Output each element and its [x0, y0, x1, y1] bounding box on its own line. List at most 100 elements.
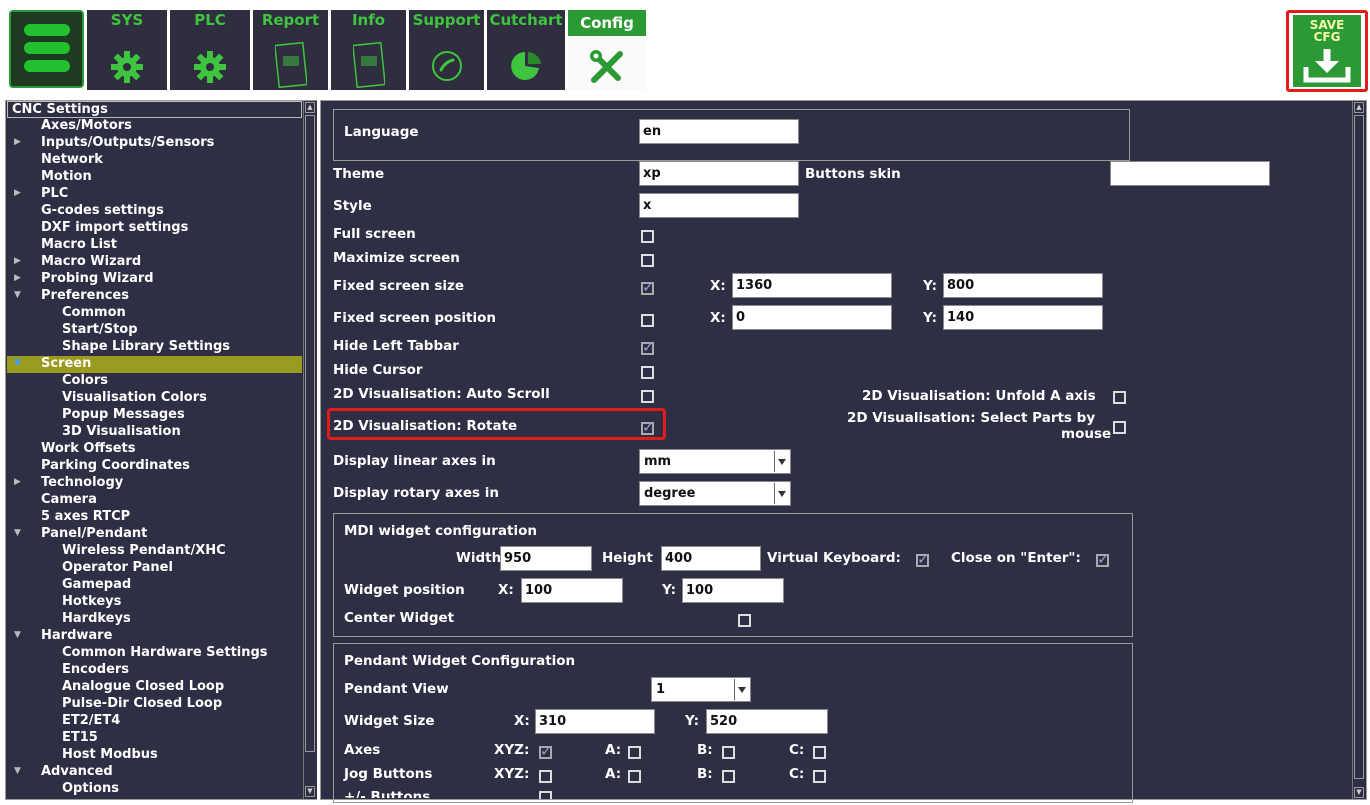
main-scrollbar[interactable]: ▲ ▼: [1352, 101, 1367, 799]
buttons-skin-input[interactable]: [1110, 161, 1270, 186]
tree-item-macro-list[interactable]: Macro List: [41, 237, 117, 254]
jog-a-checkbox[interactable]: [628, 770, 641, 783]
tree-item-analogue-closed-loop[interactable]: Analogue Closed Loop: [62, 679, 224, 696]
rotate-checkbox[interactable]: [641, 418, 655, 436]
hide-left-tabbar-checkbox[interactable]: [641, 338, 655, 356]
chevron-down-icon[interactable]: [774, 483, 789, 504]
tab-plc[interactable]: PLC: [170, 10, 250, 90]
mdi-pos-x-input[interactable]: 100: [521, 578, 623, 603]
unfold-a-axis-checkbox[interactable]: [1113, 391, 1126, 404]
tree-item-technology[interactable]: ▶ Technology: [14, 475, 123, 492]
mdi-pos-y-input[interactable]: 100: [682, 578, 784, 603]
scroll-up-icon[interactable]: ▲: [305, 102, 315, 113]
tree-item-host-modbus[interactable]: Host Modbus: [62, 747, 158, 764]
hide-cursor-checkbox[interactable]: [641, 366, 654, 379]
theme-input[interactable]: xp: [639, 161, 799, 186]
tree-item-advanced[interactable]: ▼ Advanced: [14, 764, 113, 781]
tree-item-motion[interactable]: Motion: [41, 169, 92, 186]
tree-item-5-axes-rtcp[interactable]: 5 axes RTCP: [41, 509, 130, 526]
tree-item-plc[interactable]: ▶ PLC: [14, 186, 68, 203]
widget-size-x-input[interactable]: 310: [535, 709, 655, 734]
tree-item-inputs-outputs[interactable]: ▶ Inputs/Outputs/Sensors: [14, 135, 214, 152]
tab-sys[interactable]: SYS: [87, 10, 167, 90]
collapse-arrow-icon[interactable]: ▼: [14, 526, 21, 541]
tree-item-common[interactable]: Common: [62, 305, 126, 322]
maximize-screen-checkbox[interactable]: [641, 254, 654, 267]
expand-arrow-icon[interactable]: ▶: [14, 271, 21, 286]
save-config-button[interactable]: SAVE CFG: [1293, 15, 1361, 87]
widget-size-y-input[interactable]: 520: [706, 709, 828, 734]
hamburger-menu-button[interactable]: [9, 10, 84, 88]
tree-item-et2-et4[interactable]: ET2/ET4: [62, 713, 120, 730]
fixed-pos-y-input[interactable]: 140: [943, 305, 1103, 330]
axes-a-checkbox[interactable]: [628, 746, 641, 759]
tree-item-hardware[interactable]: ▼ Hardware: [14, 628, 112, 645]
collapse-arrow-icon[interactable]: ▼: [14, 288, 21, 303]
mdi-width-input[interactable]: 950: [500, 546, 592, 571]
tree-item-gamepad[interactable]: Gamepad: [62, 577, 131, 594]
collapse-arrow-icon[interactable]: ▼: [14, 628, 21, 643]
close-on-enter-checkbox[interactable]: [1096, 550, 1110, 568]
tab-cutchart[interactable]: Cutchart: [487, 10, 565, 90]
fixed-position-checkbox[interactable]: [641, 314, 654, 327]
tree-item-options[interactable]: Options: [62, 781, 119, 798]
tree-item-preferences[interactable]: ▼ Preferences: [14, 288, 129, 305]
fixed-size-checkbox[interactable]: [641, 278, 655, 296]
tree-item-hotkeys[interactable]: Hotkeys: [62, 594, 121, 611]
tree-item-parking-coordinates[interactable]: Parking Coordinates: [41, 458, 190, 475]
expand-arrow-icon[interactable]: ▶: [14, 254, 21, 269]
tab-info[interactable]: Info: [331, 10, 406, 90]
tree-item-dxf-import[interactable]: DXF import settings: [41, 220, 188, 237]
tree-item-colors[interactable]: Colors: [62, 373, 108, 390]
expand-arrow-icon[interactable]: ▶: [14, 135, 21, 150]
tree-item-operator-panel[interactable]: Operator Panel: [62, 560, 173, 577]
fixed-pos-x-input[interactable]: 0: [732, 305, 892, 330]
fixed-size-x-input[interactable]: 1360: [732, 273, 892, 298]
scroll-down-icon[interactable]: ▼: [305, 786, 315, 797]
tab-config[interactable]: Config: [568, 10, 646, 90]
mdi-height-input[interactable]: 400: [661, 546, 761, 571]
tree-item-panel-pendant[interactable]: ▼ Panel/Pendant: [14, 526, 147, 543]
tree-item-shape-library[interactable]: Shape Library Settings: [62, 339, 230, 356]
chevron-down-icon[interactable]: [774, 451, 789, 472]
tree-item-axes-motors[interactable]: Axes/Motors: [41, 118, 132, 135]
language-input[interactable]: en: [639, 119, 799, 144]
jog-c-checkbox[interactable]: [813, 770, 826, 783]
tree-item-wireless-pendant[interactable]: Wireless Pendant/XHC: [62, 543, 226, 560]
expand-arrow-icon[interactable]: ▶: [14, 475, 21, 490]
rotary-axes-select[interactable]: degree: [639, 481, 791, 506]
tree-item-network[interactable]: Network: [41, 152, 103, 169]
tree-item-screen[interactable]: ▼ Screen: [7, 356, 302, 373]
style-input[interactable]: x: [639, 193, 799, 218]
tree-item-macro-wizard[interactable]: ▶ Macro Wizard: [14, 254, 141, 271]
tree-item-hardkeys[interactable]: Hardkeys: [62, 611, 131, 628]
tree-item-et15[interactable]: ET15: [62, 730, 98, 747]
tab-report[interactable]: Report: [253, 10, 328, 90]
full-screen-checkbox[interactable]: [641, 230, 654, 243]
tree-item-camera[interactable]: Camera: [41, 492, 97, 509]
axes-c-checkbox[interactable]: [813, 746, 826, 759]
auto-scroll-checkbox[interactable]: [641, 390, 654, 403]
settings-tree[interactable]: CNC Settings Axes/Motors ▶ Inputs/Outputs…: [5, 100, 317, 800]
axes-xyz-checkbox[interactable]: [539, 742, 553, 760]
tree-item-pulse-dir-closed-loop[interactable]: Pulse-Dir Closed Loop: [62, 696, 222, 713]
tree-item-start-stop[interactable]: Start/Stop: [62, 322, 138, 339]
tree-item-popup-messages[interactable]: Popup Messages: [62, 407, 185, 424]
plus-minus-checkbox[interactable]: [539, 791, 552, 799]
fixed-size-y-input[interactable]: 800: [943, 273, 1103, 298]
collapse-arrow-icon[interactable]: ▼: [14, 356, 21, 371]
tree-item-work-offsets[interactable]: Work Offsets: [41, 441, 135, 458]
tree-item-visualisation-colors[interactable]: Visualisation Colors: [62, 390, 207, 407]
center-widget-checkbox[interactable]: [738, 614, 751, 627]
scrollbar-thumb[interactable]: [305, 115, 315, 752]
virtual-keyboard-checkbox[interactable]: [916, 550, 930, 568]
pendant-view-select[interactable]: 1: [651, 677, 751, 702]
collapse-arrow-icon[interactable]: ▼: [14, 764, 21, 779]
scroll-down-icon[interactable]: ▼: [1354, 787, 1364, 798]
tree-item-gcodes[interactable]: G-codes settings: [41, 203, 164, 220]
tree-item-3d-visualisation[interactable]: 3D Visualisation: [62, 424, 181, 441]
sidebar-scrollbar[interactable]: ▲ ▼: [303, 101, 317, 799]
tree-item-common-hardware[interactable]: Common Hardware Settings: [62, 645, 268, 662]
select-parts-checkbox[interactable]: [1113, 421, 1126, 434]
jog-b-checkbox[interactable]: [722, 770, 735, 783]
